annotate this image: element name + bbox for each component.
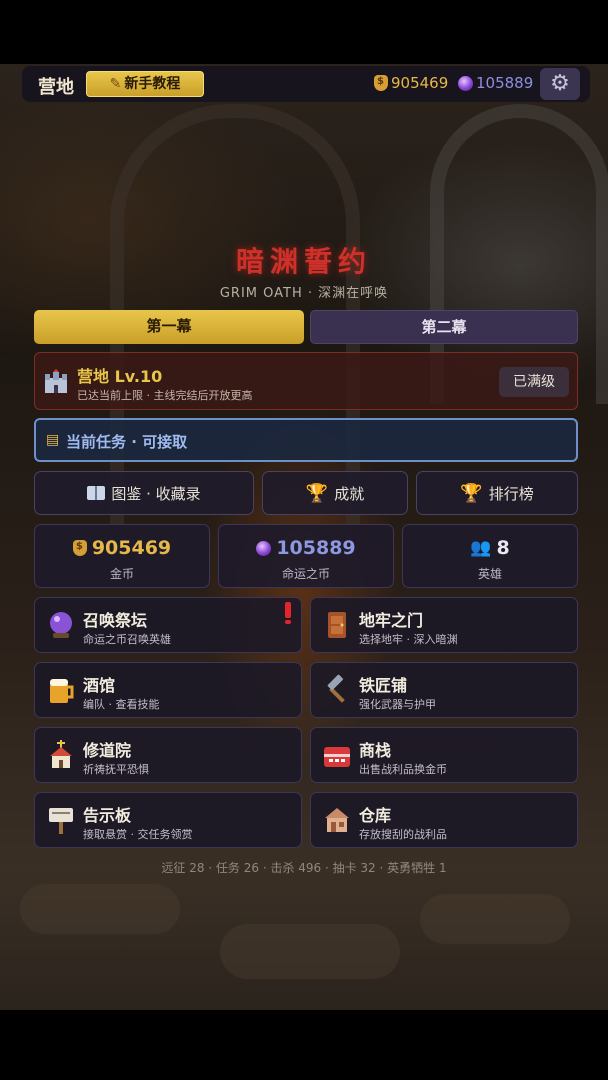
camp-level-title: 营地 Lv.10 [77, 367, 163, 386]
current-quest-label: 当前任务 · 可接取 [66, 433, 188, 451]
gold-stat-label: 金币 [109, 567, 134, 581]
floor-stone [220, 924, 400, 979]
dungeon-gate-card[interactable]: 地牢之门 选择地牢 · 深入暗渊 [310, 597, 578, 653]
tutorial-label: 新手教程 [124, 76, 181, 92]
camp-level-card: 营地 Lv.10 已达当前上限 · 主线完结后开放更高 已满级 [34, 352, 578, 410]
location-title: 仓库 [359, 806, 392, 825]
location-title: 酒馆 [83, 676, 116, 695]
location-title: 商栈 [359, 741, 392, 760]
tab-act-2[interactable]: 第二幕 [310, 310, 578, 344]
warehouse-card[interactable]: 仓库 存放搜刮的战利品 [310, 792, 578, 848]
signboard-icon [49, 808, 73, 834]
location-subtitle: 接取悬赏 · 交任务领赏 [83, 828, 193, 841]
scroll-icon: ▤ [46, 432, 60, 448]
location-title: 召唤祭坛 [83, 611, 148, 630]
location-subtitle: 存放搜刮的战利品 [359, 828, 447, 841]
fate-coin-counter: 105889 [458, 74, 533, 92]
monastery-card[interactable]: 修道院 祈祷抚平恐惧 [34, 727, 302, 783]
location-subtitle: 出售战利品换金币 [359, 763, 447, 776]
gold-counter: 905469 [374, 74, 448, 92]
letterbox-top [0, 0, 608, 64]
floor-stone [20, 884, 180, 934]
heroes-icon: 👥 [470, 538, 492, 558]
coin-bag-icon [374, 75, 388, 91]
heroes-stat-card: 👥 8 英雄 [402, 524, 578, 588]
warehouse-icon [325, 808, 349, 832]
castle-icon [45, 369, 67, 393]
codex-button[interactable]: 图鉴 · 收藏录 [34, 471, 254, 515]
gold-stat-value: 905469 [91, 537, 172, 559]
location-title: 修道院 [83, 741, 132, 760]
alert-badge [285, 602, 291, 624]
page-title: 营地 [38, 77, 74, 98]
gold-stat-card: 905469 金币 [34, 524, 210, 588]
achievements-button[interactable]: 🏆 成就 [262, 471, 408, 515]
gold-value: 905469 [391, 74, 449, 92]
door-icon [328, 612, 346, 638]
location-subtitle: 命运之币召唤英雄 [83, 633, 171, 646]
heroes-stat-value: 8 [496, 537, 510, 559]
fate-stat-value: 105889 [276, 537, 356, 559]
trophy-icon: 🏆 [305, 482, 329, 504]
run-statistics: 远征 28 · 任务 26 · 击杀 496 · 抽卡 32 · 英勇牺牲 1 [161, 861, 447, 875]
fate-value: 105889 [476, 74, 534, 92]
tutorial-button[interactable]: ✎ 新手教程 [86, 71, 204, 97]
location-subtitle: 选择地牢 · 深入暗渊 [359, 633, 458, 646]
floor-stone [420, 894, 570, 944]
location-subtitle: 强化武器与护甲 [359, 698, 436, 711]
heroes-stat-label: 英雄 [477, 567, 502, 581]
max-level-badge: 已满级 [499, 367, 569, 397]
leaderboard-label: 排行榜 [488, 484, 534, 503]
tavern-card[interactable]: 酒馆 编队 · 查看技能 [34, 662, 302, 718]
blacksmith-card[interactable]: 铁匠铺 强化武器与护甲 [310, 662, 578, 718]
camp-level-subtitle: 已达当前上限 · 主线完结后开放更高 [77, 389, 253, 402]
crystal-ball-icon [50, 612, 72, 638]
letterbox-bottom [0, 1010, 608, 1080]
gear-icon: ⚙ [550, 71, 570, 96]
church-icon [50, 740, 72, 768]
trophy-icon: 🏆 [460, 482, 483, 504]
beer-mug-icon [50, 679, 74, 703]
location-title: 告示板 [83, 806, 132, 825]
book-icon [87, 486, 106, 500]
crystal-orb-icon [458, 75, 473, 91]
trading-post-card[interactable]: 商栈 出售战利品换金币 [310, 727, 578, 783]
achievements-label: 成就 [334, 484, 365, 503]
location-title: 铁匠铺 [359, 676, 408, 695]
settings-button[interactable]: ⚙ [540, 68, 580, 100]
pencil-icon: ✎ [109, 76, 122, 92]
summon-altar-card[interactable]: 召唤祭坛 命运之币召唤英雄 [34, 597, 302, 653]
leaderboard-button[interactable]: 🏆 排行榜 [416, 471, 578, 515]
coin-bag-icon [72, 540, 87, 556]
location-subtitle: 编队 · 查看技能 [83, 698, 160, 711]
codex-label: 图鉴 · 收藏录 [111, 484, 201, 503]
game-title: 暗渊誓约 [235, 245, 372, 278]
location-title: 地牢之门 [359, 611, 424, 630]
fate-stat-card: 105889 命运之币 [218, 524, 394, 588]
shop-chest-icon [324, 747, 350, 767]
location-subtitle: 祈祷抚平恐惧 [83, 763, 149, 776]
current-quest-bar[interactable]: ▤ 当前任务 · 可接取 [34, 418, 578, 462]
fate-stat-label: 命运之币 [281, 567, 330, 581]
game-subtitle: GRIM OATH · 深渊在呼唤 [219, 286, 389, 301]
top-bar: 营地 ✎新手教程 905469 105889 ⚙ [22, 66, 590, 102]
tab-act-1[interactable]: 第一幕 [34, 310, 304, 344]
hammer-icon [327, 674, 345, 703]
notice-board-card[interactable]: 告示板 接取悬赏 · 交任务领赏 [34, 792, 302, 848]
crystal-orb-icon [256, 540, 272, 556]
